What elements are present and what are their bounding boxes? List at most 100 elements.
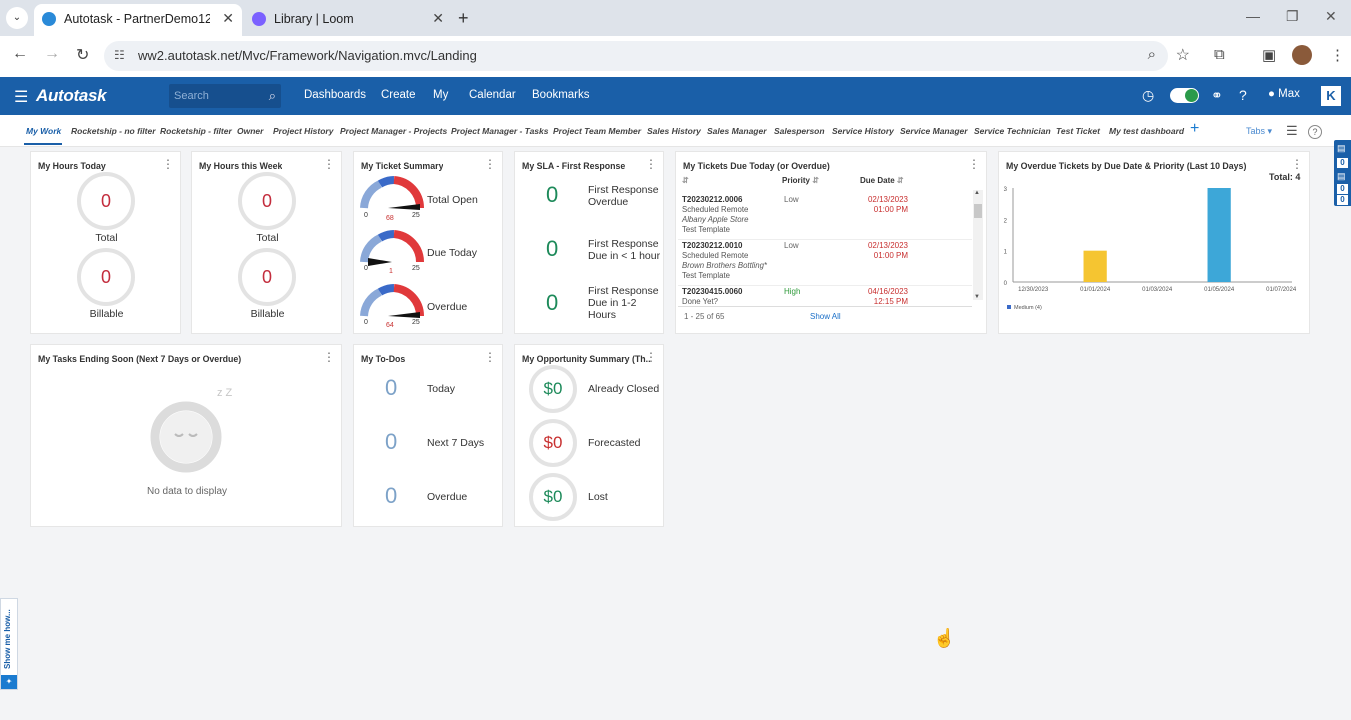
show-all-link[interactable]: Show All <box>810 312 841 321</box>
hamburger-menu-icon[interactable]: ☰ <box>14 87 28 107</box>
kaseya-logo-icon[interactable]: K <box>1321 86 1341 106</box>
tab-rocketship-no-filter[interactable]: Rocketship - no filter <box>71 126 156 136</box>
tab-test-ticket[interactable]: Test Ticket <box>1056 126 1100 136</box>
user-menu[interactable]: ● Max <box>1268 88 1300 100</box>
global-search[interactable]: ⌕ <box>169 84 281 108</box>
todo-today-value[interactable]: 0 <box>385 375 397 401</box>
table-row[interactable]: T20230415.0060 Done Yet? High 04/16/2023… <box>678 287 972 308</box>
kebab-menu-icon[interactable]: ⋮ <box>484 157 496 171</box>
show-me-how-widget[interactable]: Show me how... ✦ <box>0 598 18 690</box>
tab-service-history[interactable]: Service History <box>832 126 894 136</box>
tickets-side-icon[interactable]: ▤ <box>1337 143 1346 154</box>
ticket-id[interactable]: T20230212.0006 <box>682 195 743 204</box>
tab-sales-history[interactable]: Sales History <box>647 126 701 136</box>
nav-my[interactable]: My <box>433 89 448 101</box>
search-input[interactable] <box>169 84 261 108</box>
table-row[interactable]: T20230212.0010 Scheduled Remote Brown Br… <box>678 241 972 286</box>
page-help-icon[interactable]: ? <box>1308 125 1322 139</box>
side-notification-panel[interactable]: ▤ 0 ▤ 0 0 <box>1334 140 1351 206</box>
kebab-menu-icon[interactable]: ⋮ <box>968 157 980 171</box>
todo-overdue-value[interactable]: 0 <box>385 483 397 509</box>
site-info-icon[interactable]: ☷ <box>114 48 125 62</box>
show-me-how-label[interactable]: Show me how... <box>3 609 12 669</box>
list-menu-icon[interactable]: ☰ <box>1286 123 1298 139</box>
browser-tab-loom[interactable]: Library | Loom ✕ <box>244 4 452 36</box>
bookmark-star-icon[interactable]: ☆ <box>1176 45 1190 65</box>
opp-closed-value[interactable]: $0 <box>529 365 577 413</box>
window-close-icon[interactable]: ✕ <box>1325 8 1337 25</box>
tab-service-technician[interactable]: Service Technician <box>974 126 1051 136</box>
table-scrollbar[interactable]: ▲ ▼ <box>973 190 983 300</box>
side-panel-icon[interactable]: ▣ <box>1262 46 1276 64</box>
sla-overdue-value[interactable]: 0 <box>546 182 558 208</box>
show-me-how-icon[interactable]: ✦ <box>1 675 17 689</box>
search-icon[interactable]: ⌕ <box>269 88 276 104</box>
url-field[interactable]: ☷ ww2.autotask.net/Mvc/Framework/Navigat… <box>104 41 1190 71</box>
col-priority[interactable]: Priority ⇵ <box>782 176 819 185</box>
overdue-label[interactable]: Overdue <box>427 301 467 313</box>
tab-project-manager-projects[interactable]: Project Manager - Projects <box>340 126 447 136</box>
new-tab-icon[interactable]: + <box>458 8 469 29</box>
kebab-menu-icon[interactable]: ⋮ <box>645 157 657 171</box>
browser-menu-icon[interactable]: ⋮ <box>1330 46 1345 64</box>
sla-lt1h-value[interactable]: 0 <box>546 236 558 262</box>
extensions-icon[interactable]: ⧉ <box>1214 46 1225 63</box>
add-tab-icon[interactable]: + <box>1190 120 1199 138</box>
scrollbar-thumb[interactable] <box>974 204 982 218</box>
nav-dashboards[interactable]: Dashboards <box>304 89 366 101</box>
autotask-logo[interactable]: Autotask <box>36 86 107 106</box>
tab-search-dropdown-icon[interactable]: ⌄ <box>6 7 28 29</box>
ticket-id[interactable]: T20230415.0060 <box>682 287 743 296</box>
total-label: Total: <box>1269 172 1293 182</box>
tab-project-team-member[interactable]: Project Team Member <box>553 126 641 136</box>
kebab-menu-icon[interactable]: ⋮ <box>323 157 335 171</box>
sort-icon[interactable]: ⇵ <box>682 176 689 185</box>
kebab-menu-icon[interactable]: ⋮ <box>162 157 174 171</box>
tab-rocketship-filter[interactable]: Rocketship - filter <box>160 126 232 136</box>
ticket-id[interactable]: T20230212.0010 <box>682 241 743 250</box>
kebab-menu-icon[interactable]: ⋮ <box>484 350 496 364</box>
link-icon[interactable]: ⚭ <box>1211 87 1223 104</box>
opp-forecast-value[interactable]: $0 <box>529 419 577 467</box>
col-due-date[interactable]: Due Date ⇵ <box>860 176 904 185</box>
nav-bookmarks[interactable]: Bookmarks <box>532 89 590 101</box>
kebab-menu-icon[interactable]: ⋮ <box>323 350 335 364</box>
scroll-up-icon[interactable]: ▲ <box>974 190 980 196</box>
forward-icon[interactable]: → <box>44 45 60 63</box>
back-icon[interactable]: ← <box>12 45 28 63</box>
tab-owner[interactable]: Owner <box>237 126 263 136</box>
nav-calendar[interactable]: Calendar <box>469 89 516 101</box>
tab-project-manager-tasks[interactable]: Project Manager - Tasks <box>451 126 548 136</box>
close-tab-icon[interactable]: ✕ <box>222 10 234 27</box>
tab-my-work[interactable]: My Work <box>26 126 61 136</box>
browser-tab-autotask[interactable]: Autotask - PartnerDemo12.04.2 ✕ <box>34 4 242 36</box>
tab-project-history[interactable]: Project History <box>273 126 333 136</box>
due-today-label[interactable]: Due Today <box>427 247 477 259</box>
restore-icon[interactable]: ❐ <box>1286 8 1299 25</box>
minimize-icon[interactable]: — <box>1246 8 1260 24</box>
kebab-menu-icon[interactable]: ⋮ <box>1291 157 1303 171</box>
todo-week-value[interactable]: 0 <box>385 429 397 455</box>
tabs-dropdown[interactable]: Tabs ▾ <box>1246 126 1272 137</box>
x-tick-label: 01/07/2024 <box>1266 287 1297 293</box>
tab-my-test-dashboard[interactable]: My test dashboard <box>1109 126 1184 136</box>
url-text[interactable]: ww2.autotask.net/Mvc/Framework/Navigatio… <box>138 48 477 63</box>
clock-icon[interactable]: ◷ <box>1142 87 1154 104</box>
status-toggle[interactable] <box>1170 88 1199 103</box>
profile-avatar[interactable] <box>1292 45 1312 65</box>
table-row[interactable]: T20230212.0006 Scheduled Remote Albany A… <box>678 195 972 240</box>
nav-create[interactable]: Create <box>381 89 416 101</box>
todos-side-icon[interactable]: ▤ <box>1337 171 1346 182</box>
tab-service-manager[interactable]: Service Manager <box>900 126 968 136</box>
total-open-label[interactable]: Total Open <box>427 194 478 206</box>
opp-lost-value[interactable]: $0 <box>529 473 577 521</box>
scroll-down-icon[interactable]: ▼ <box>974 294 980 300</box>
tab-sales-manager[interactable]: Sales Manager <box>707 126 767 136</box>
close-tab-icon[interactable]: ✕ <box>432 10 444 27</box>
help-icon[interactable]: ? <box>1239 87 1247 103</box>
tab-salesperson[interactable]: Salesperson <box>774 126 825 136</box>
zoom-icon[interactable]: ⌕ <box>1148 46 1156 63</box>
kebab-menu-icon[interactable]: ⋮ <box>645 350 657 364</box>
sla-1-2h-value[interactable]: 0 <box>546 290 558 316</box>
reload-icon[interactable]: ↻ <box>76 45 89 65</box>
